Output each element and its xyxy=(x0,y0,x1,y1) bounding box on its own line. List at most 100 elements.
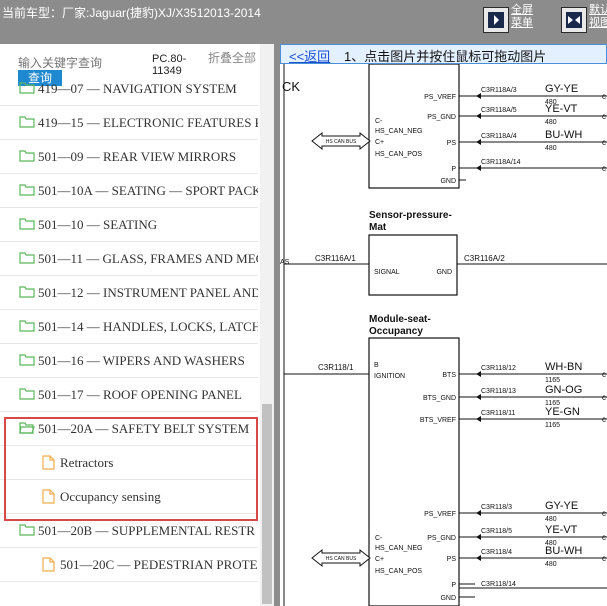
block1-pin-cpos: C+ xyxy=(375,139,384,146)
mid-row-2-pin: BTS_VREF xyxy=(420,417,456,424)
tree-folder-item[interactable]: 501—17 — ROOF OPENING PANEL xyxy=(0,378,258,412)
bot-row-1-edge: c xyxy=(602,533,606,542)
top-row-2-wire-color: BU-WH xyxy=(545,129,582,141)
vehicle-title: 当前车型：厂家:Jaguar(捷豹)XJ/X3512013-2014 xyxy=(2,6,261,20)
mid-row-1-edge: c xyxy=(602,393,606,402)
tree-item-label: 501—10 — SEATING xyxy=(38,217,158,232)
diagram-ck-label: CK xyxy=(282,79,300,94)
tree-item-label: 419—07 — NAVIGATION SYSTEM xyxy=(38,81,237,96)
top-row-0-wire-color: GY-YE xyxy=(545,83,578,95)
restore-view-icon xyxy=(561,7,587,33)
bot-row-0-wire-num: 480 xyxy=(545,516,557,523)
block2-can-label: HS CAN BUS xyxy=(326,556,357,562)
top-row-3-pin: P xyxy=(451,166,456,173)
top-row-0-conn: C3R118A/3 xyxy=(481,87,517,94)
top-row-1-wire-num: 480 xyxy=(545,119,557,126)
document-icon xyxy=(42,557,55,577)
bot-row-0-pin: PS_VREF xyxy=(424,511,456,518)
top-row-1-edge: c xyxy=(602,112,606,121)
top-row-3-edge: c xyxy=(602,164,606,173)
sensor-title-2: Mat xyxy=(369,222,387,233)
folder-icon xyxy=(19,285,35,304)
block2-pin-cpos: C+ xyxy=(375,556,384,563)
folder-icon xyxy=(19,115,35,134)
block2-pin-cneg: C- xyxy=(375,535,383,542)
top-pin-4: GND xyxy=(440,178,456,185)
mid-row-1-conn: C3R118/13 xyxy=(481,388,516,395)
control-module-box xyxy=(368,63,460,189)
tree-folder-item[interactable]: 501—14 — HANDLES, LOCKS, LATCH xyxy=(0,310,258,344)
tree-folder-item[interactable]: 501—10A — SEATING — SPORT PACK xyxy=(0,174,258,208)
tree-item-label: 501—20B — SUPPLEMENTAL RESTR xyxy=(38,523,255,538)
module-title-1: Module-seat- xyxy=(369,314,431,325)
folder-icon xyxy=(19,217,35,236)
module-left-conn: C3R118/1 xyxy=(318,363,354,372)
sensor-as-label: AS xyxy=(280,259,290,266)
bot-row-2-wire-num: 480 xyxy=(545,561,557,568)
sidebar: 查询 PC.80-11349 折叠全部 419—07 — NAVIGATION … xyxy=(0,44,274,606)
top-row-0-pin: PS_VREF xyxy=(424,94,456,101)
mid-row-1-pin: BTS_GND xyxy=(423,395,456,402)
tree-item-label: 501—11 — GLASS, FRAMES AND MEC xyxy=(38,251,258,266)
tree-item-label: 501—09 — REAR VIEW MIRRORS xyxy=(38,149,237,164)
bot-row-2-edge: c xyxy=(602,554,606,563)
top-row-2-wire-num: 480 xyxy=(545,145,557,152)
folder-icon xyxy=(19,183,35,202)
mid-row-2-wire-num: 1165 xyxy=(545,422,560,429)
bot-conn-4: C3R118/14 xyxy=(481,581,516,588)
back-link[interactable]: <<返回 xyxy=(289,46,330,63)
fold-all-button[interactable]: 折叠全部 xyxy=(208,52,256,64)
sensor-right-conn: C3R116A/2 xyxy=(464,254,505,263)
tree-folder-item[interactable]: 501—12 — INSTRUMENT PANEL AND xyxy=(0,276,258,310)
tree-item-label: 501—16 — WIPERS AND WASHERS xyxy=(38,353,245,368)
top-row-2-conn: C3R118A/4 xyxy=(481,133,517,140)
bot-row-1-pin: PS_GND xyxy=(427,535,456,542)
mid-row-2-conn: C3R118/11 xyxy=(481,410,515,417)
tree-item-label: 501—17 — ROOF OPENING PANEL xyxy=(38,387,242,402)
bot-row-1-conn: C3R118/5 xyxy=(481,528,512,535)
sidebar-scrollbar[interactable] xyxy=(260,44,274,606)
sensor-title-1: Sensor-pressure- xyxy=(369,210,452,221)
bot-row-0-wire-color: GY-YE xyxy=(545,500,578,512)
bot-pin-3: P xyxy=(451,582,456,589)
folder-icon xyxy=(19,319,35,338)
tree-folder-item[interactable]: 419—15 — ELECTRONIC FEATURES P xyxy=(0,106,258,140)
tree-folder-item[interactable]: 501—16 — WIPERS AND WASHERS xyxy=(0,344,258,378)
mid-row-0-pin: BTS xyxy=(442,372,456,379)
top-row-3-conn: C3R118A/14 xyxy=(481,159,521,166)
top-row-1-conn: C3R118A/5 xyxy=(481,107,517,114)
wiring-diagram[interactable]: CK HS CAN BUS C- HS_CAN_NEG C+ HS_CAN_POS PS_V… xyxy=(280,44,607,606)
top-row-0-edge: c xyxy=(602,92,606,101)
tree-leaf-item[interactable]: 501—20C — PEDESTRIAN PROTE xyxy=(0,548,258,582)
block1-can-label: HS CAN BUS xyxy=(326,139,357,145)
mid-row-0-wire-num: 1165 xyxy=(545,377,560,384)
folder-icon xyxy=(19,149,35,168)
bot-pin-4: GND xyxy=(440,595,456,602)
block1-pin-hscanpos: HS_CAN_POS xyxy=(375,151,422,158)
block2-pin-hscanneg: HS_CAN_NEG xyxy=(375,545,422,552)
tree-folder-item[interactable]: 419—07 — NAVIGATION SYSTEM xyxy=(0,72,258,106)
block2-pin-hscanpos: HS_CAN_POS xyxy=(375,568,422,575)
sensor-signal: SIGNAL xyxy=(374,269,400,276)
mid-row-2-edge: c xyxy=(602,415,606,424)
fullscreen-label[interactable]: 全屏 菜单 xyxy=(511,4,541,30)
module-title-2: Occupancy xyxy=(369,326,423,337)
tree-folder-item[interactable]: 501—11 — GLASS, FRAMES AND MEC xyxy=(0,242,258,276)
top-row-2-pin: PS xyxy=(447,140,457,147)
folder-icon xyxy=(19,387,35,406)
tree-folder-item[interactable]: 501—10 — SEATING xyxy=(0,208,258,242)
folder-icon xyxy=(19,523,35,542)
bot-row-2-wire-color: BU-WH xyxy=(545,545,582,557)
top-row-2-edge: c xyxy=(602,138,606,147)
top-row-1-pin: PS_GND xyxy=(427,114,456,121)
folder-icon xyxy=(19,81,35,100)
diagram-panel: CK HS CAN BUS C- HS_CAN_NEG C+ HS_CAN_POS PS_V… xyxy=(280,44,607,606)
block1-pin-cneg: C- xyxy=(375,118,383,125)
scrollbar-thumb[interactable] xyxy=(262,404,272,604)
restore-view-label[interactable]: 默认 视图 xyxy=(589,4,607,30)
mid-row-1-wire-color: GN-OG xyxy=(545,384,582,396)
mid-row-0-wire-color: WH-BN xyxy=(545,361,582,373)
tree-folder-item[interactable]: 501—09 — REAR VIEW MIRRORS xyxy=(0,140,258,174)
tree-item-label: 501—14 — HANDLES, LOCKS, LATCH xyxy=(38,319,258,334)
module-ignition: IGNITION xyxy=(374,373,405,380)
